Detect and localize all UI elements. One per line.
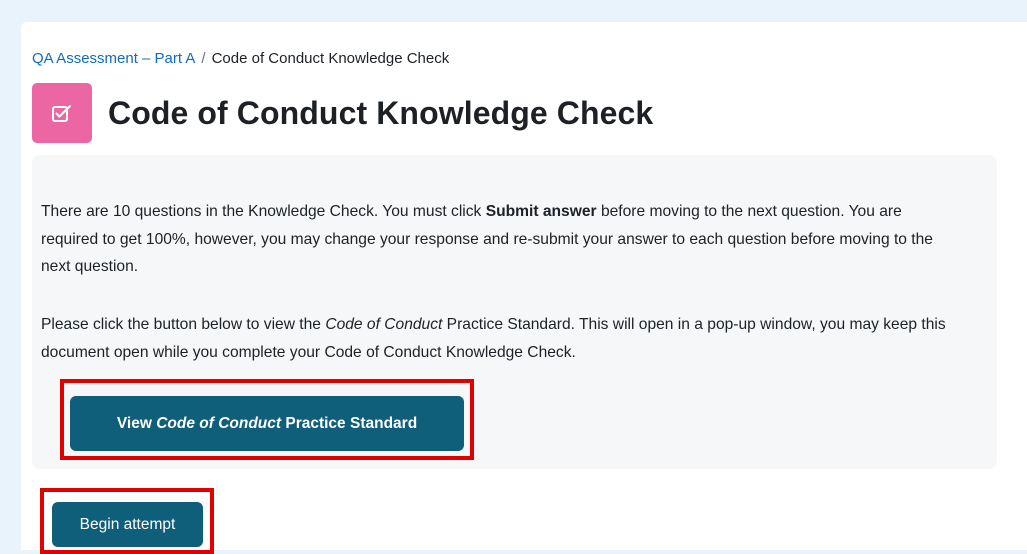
breadcrumb-separator: / <box>201 50 206 67</box>
view-button-italic: Code of Conduct <box>156 414 282 432</box>
quiz-checkbox-icon <box>32 83 92 143</box>
breadcrumb: QA Assessment – Part A / Code of Conduct K… <box>32 50 449 67</box>
page-header: Code of Conduct Knowledge Check <box>32 83 654 143</box>
view-button-suffix: Practice Standard <box>281 414 418 432</box>
intro-paragraph-1: There are 10 questions in the Knowledge … <box>41 198 961 281</box>
checkbox-pencil-icon <box>52 105 71 122</box>
intro-p1-bold: Submit answer <box>485 203 597 220</box>
view-practice-standard-button[interactable]: View Code of Conduct Practice Standard <box>70 396 464 451</box>
breadcrumb-current: Code of Conduct Knowledge Check <box>211 50 450 67</box>
intro-p2-text-a: Please click the button below to view th… <box>41 316 326 333</box>
intro-paragraph-2: Please click the button below to view th… <box>41 311 961 366</box>
intro-p1-text-a: There are 10 questions in the Knowledge … <box>41 203 486 220</box>
view-button-prefix: View <box>116 414 157 432</box>
begin-attempt-button[interactable]: Begin attempt <box>52 502 203 547</box>
page-title: Code of Conduct Knowledge Check <box>108 94 654 131</box>
intro-p2-italic: Code of Conduct <box>325 316 443 333</box>
breadcrumb-link-parent[interactable]: QA Assessment – Part A <box>32 50 195 67</box>
